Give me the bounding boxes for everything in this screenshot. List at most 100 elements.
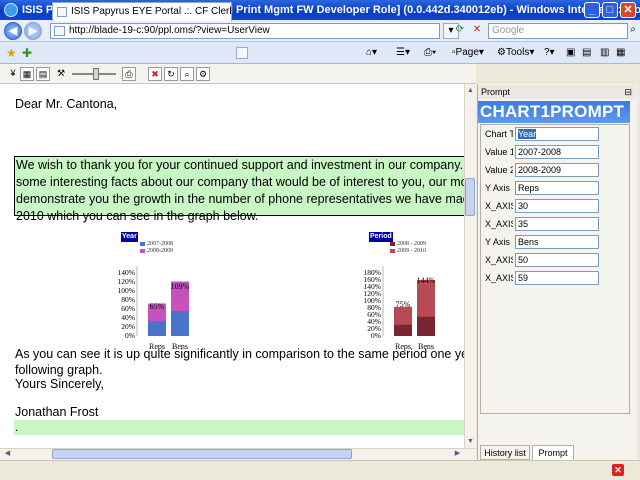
y-axis-name-input[interactable]: Bens xyxy=(515,235,599,249)
print-icon[interactable]: ⎙▾ xyxy=(424,44,436,62)
y-tick: 120% xyxy=(363,289,382,298)
printer-icon[interactable]: ⎙ xyxy=(122,67,136,81)
wrench-icon[interactable]: ⚒ xyxy=(54,67,68,81)
tab-prompt[interactable]: Prompt xyxy=(532,445,574,460)
highlighted-line[interactable]: . xyxy=(14,420,464,435)
y-tick: 100% xyxy=(363,296,382,305)
chart-period: Period 2008 - 2009 2009 - 2010 0% 20% 40… xyxy=(358,230,448,351)
home-icon[interactable]: ⌂▾ xyxy=(366,44,377,62)
bar-segment xyxy=(417,316,435,336)
data-label: 109% xyxy=(170,282,190,291)
feeds-icon[interactable]: ☰▾ xyxy=(396,44,410,62)
scroll-down-arrow-icon[interactable]: ▼ xyxy=(465,436,476,447)
paragraph-line: demonstrate you the growth in the number… xyxy=(16,192,464,206)
tab-history-list[interactable]: History list xyxy=(480,445,530,460)
bar-segment xyxy=(394,306,412,325)
delete-icon[interactable]: ✖ xyxy=(148,67,162,81)
signature-name: Jonathan Frost xyxy=(15,405,99,419)
tab-page-icon xyxy=(57,7,67,17)
panel-pin-icon[interactable]: ⊟ xyxy=(624,85,632,99)
forward-button[interactable]: ▶ xyxy=(24,22,42,40)
back-button[interactable]: ◀ xyxy=(4,22,22,40)
legend-label: 2008-2009 xyxy=(147,248,173,254)
prompt-form: Chart T Year Value 1 2007-2008 Value 2 2… xyxy=(480,124,630,414)
settings-icon[interactable]: ⚙ xyxy=(196,67,210,81)
grid-icon[interactable]: ▦ xyxy=(20,67,34,81)
closing: Yours Sincerely, xyxy=(15,377,104,391)
y-tick: 20% xyxy=(367,324,381,333)
scroll-left-arrow-icon[interactable]: ◀ xyxy=(2,448,13,459)
y-tick: 140% xyxy=(117,268,136,277)
favorites-star-icon[interactable]: ★ xyxy=(6,44,17,62)
add-favorites-icon[interactable]: ✚ xyxy=(22,44,32,62)
bar-segment xyxy=(171,311,189,336)
y-tick: 180% xyxy=(363,268,382,277)
table-icon[interactable]: ▤ xyxy=(36,67,50,81)
x-axis-input[interactable]: 35 xyxy=(515,217,599,231)
horizontal-scroll-thumb[interactable] xyxy=(52,449,352,459)
panel-title: CHART1PROMPT xyxy=(478,101,630,123)
y-axis-name-input[interactable]: Reps xyxy=(515,181,599,195)
vertical-scrollbar[interactable] xyxy=(464,84,476,448)
toolbar-extra-icon-3[interactable]: ▥ xyxy=(600,44,609,62)
tools-menu-label: Tools xyxy=(505,47,530,58)
x-axis-input[interactable]: 50 xyxy=(515,253,599,267)
highlighted-paragraph[interactable]: We wish to thank you for your continued … xyxy=(14,156,464,223)
body-line: As you can see it is up quite significan… xyxy=(15,347,464,361)
stop-icon[interactable]: ✕ xyxy=(469,23,485,39)
panel-header: Prompt ⊟ xyxy=(478,85,636,99)
toolbar-extra-icon-2[interactable]: ▤ xyxy=(582,44,591,62)
x-axis-input[interactable]: 59 xyxy=(515,271,599,285)
chart-title-input[interactable]: Year xyxy=(515,127,599,141)
minimize-button[interactable]: _ xyxy=(584,2,600,18)
body-line: following graph. xyxy=(15,363,103,377)
salutation: Dear Mr. Cantona, xyxy=(15,97,118,111)
value1-input[interactable]: 2007-2008 xyxy=(515,145,599,159)
data-label: 144% xyxy=(416,276,436,285)
chart-title: Year xyxy=(121,232,138,242)
page-menu-label: Page xyxy=(455,47,479,58)
collapse-icon[interactable]: ¥ xyxy=(6,67,20,81)
error-icon[interactable]: ✕ xyxy=(612,464,624,476)
reload-icon[interactable]: ↻ xyxy=(164,67,178,81)
panel-header-label: Prompt xyxy=(481,87,511,97)
y-tick: 40% xyxy=(367,317,381,326)
value2-input[interactable]: 2008-2009 xyxy=(515,163,599,177)
tab-portal[interactable]: ISIS Papyrus EYE Portal .:. CF Clerk [PM… xyxy=(52,2,232,21)
legend-swatch xyxy=(140,248,145,253)
toolbar-extra-icon-1[interactable]: ▣ xyxy=(566,44,575,62)
search-input[interactable]: Google xyxy=(488,23,628,39)
search-doc-icon[interactable]: ⌕ xyxy=(180,67,194,81)
address-input[interactable]: http://blade-19-c:90/ppl.oms/?view=UserV… xyxy=(50,23,440,39)
scroll-right-arrow-icon[interactable]: ▶ xyxy=(452,448,463,459)
page-menu[interactable]: ▫Page▾ xyxy=(452,44,484,62)
field-value: Year xyxy=(518,129,537,139)
toolbar-extra-icon-4[interactable]: ▦ xyxy=(616,44,625,62)
x-axis-input[interactable]: 30 xyxy=(515,199,599,213)
page-icon xyxy=(54,26,65,36)
paragraph-line: We wish to thank you for your continued … xyxy=(16,158,464,172)
status-bar xyxy=(0,460,640,480)
bar-segment xyxy=(417,280,435,317)
tools-menu[interactable]: ⚙Tools▾ xyxy=(497,44,534,62)
bar-segment xyxy=(394,324,412,336)
field-label: X_AXIS xyxy=(485,201,513,211)
field-label: Chart T xyxy=(485,129,513,139)
y-tick: 160% xyxy=(363,275,382,284)
restore-button[interactable]: □ xyxy=(602,2,618,18)
scroll-up-arrow-icon[interactable]: ▲ xyxy=(465,85,476,96)
new-tab-button[interactable] xyxy=(236,47,248,59)
field-label: X_AXIS xyxy=(485,219,513,229)
close-button[interactable]: ✕ xyxy=(620,2,636,18)
refresh-icon[interactable]: ⟳ xyxy=(452,23,468,39)
data-label: 75% xyxy=(395,300,411,309)
legend-label: 2009 - 2010 xyxy=(397,248,426,254)
zoom-slider-thumb[interactable] xyxy=(93,68,99,80)
document-view: Dear Mr. Cantona, We wish to thank you f… xyxy=(0,84,464,448)
help-icon[interactable]: ?▾ xyxy=(544,44,555,62)
legend-swatch xyxy=(390,248,395,253)
field-label: Y Axis N xyxy=(485,183,513,193)
search-icon[interactable]: ⌕ xyxy=(627,23,639,39)
vertical-scroll-thumb[interactable] xyxy=(465,178,475,216)
chart-year: Year 2007-2008 2008-2009 0% 20% 40% 60% … xyxy=(112,230,202,351)
